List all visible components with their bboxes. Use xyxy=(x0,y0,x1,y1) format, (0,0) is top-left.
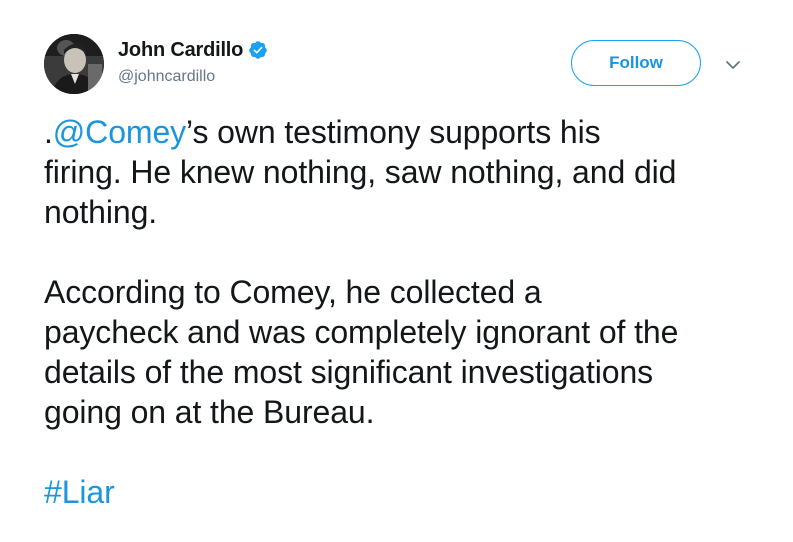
line: nothing. xyxy=(44,194,158,230)
line: According to Comey, he collected a xyxy=(44,274,542,310)
mention-link[interactable]: @Comey xyxy=(53,114,186,150)
handle[interactable]: @johncardillo xyxy=(118,68,268,86)
line: paycheck and was completely ignorant of … xyxy=(44,314,679,350)
line: details of the most significant investig… xyxy=(44,354,654,390)
verified-badge-icon xyxy=(248,40,268,60)
follow-button[interactable]: Follow xyxy=(571,40,701,86)
name-row: John Cardillo xyxy=(118,38,268,62)
tweet-paragraph: #Liar xyxy=(44,472,754,512)
tweet-header: John Cardillo @johncardillo Follow xyxy=(44,34,754,96)
avatar[interactable] xyxy=(44,34,104,94)
line: firing. He knew nothing, saw nothing, an… xyxy=(44,154,677,190)
text: ’s own testimony supports his xyxy=(186,114,601,150)
hashtag-link[interactable]: #Liar xyxy=(44,474,115,510)
tweet-text: .@Comey’s own testimony supports his fir… xyxy=(44,112,754,512)
line: .@Comey’s own testimony supports his xyxy=(44,114,601,150)
author-info: John Cardillo @johncardillo xyxy=(118,38,268,86)
user-avatar-icon xyxy=(44,34,104,94)
text-prefix: . xyxy=(44,114,53,150)
tweet-card: John Cardillo @johncardillo Follow .@Com… xyxy=(0,0,793,542)
tweet-paragraph: .@Comey’s own testimony supports his fir… xyxy=(44,112,754,232)
display-name[interactable]: John Cardillo xyxy=(118,39,243,62)
chevron-down-icon[interactable] xyxy=(724,56,742,74)
line: going on at the Bureau. xyxy=(44,394,375,430)
tweet-paragraph: According to Comey, he collected a paych… xyxy=(44,272,754,432)
